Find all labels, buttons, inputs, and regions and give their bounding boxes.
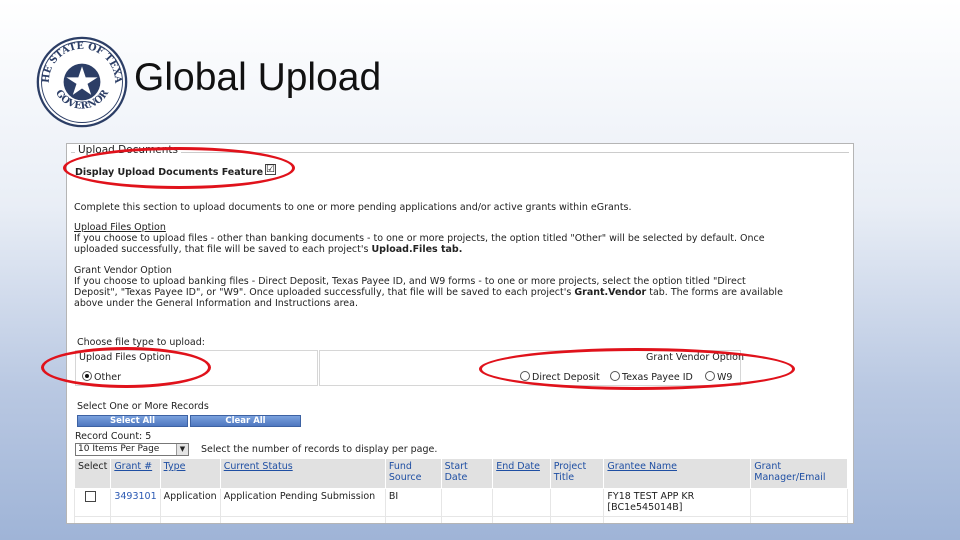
col-grantee-name[interactable]: Grantee Name xyxy=(603,458,752,489)
col-project-title[interactable]: Project Title xyxy=(549,458,605,489)
other-radio-option[interactable]: Other xyxy=(82,371,121,383)
file-type-label: Choose file type to upload: xyxy=(77,337,205,348)
upload-files-text-2: uploaded successfully, that file will be… xyxy=(74,244,463,255)
display-feature-label: Display Upload Documents Feature xyxy=(75,167,264,178)
row-fund-source: BI xyxy=(384,488,442,517)
grant-vendor-text-3: above under the General Information and … xyxy=(74,298,358,309)
w9-option[interactable]: W9 xyxy=(705,371,732,383)
upload-files-option-panel: Upload Files Option Other xyxy=(75,350,318,386)
row-end-date xyxy=(492,488,551,517)
table-row: 3493101 Application Application Pending … xyxy=(73,488,848,517)
col-type[interactable]: Type xyxy=(159,458,221,489)
upload-documents-legend: Upload Documents xyxy=(75,144,181,156)
row-grant-manager xyxy=(750,488,848,517)
row-type: Application xyxy=(159,488,221,517)
clear-all-button[interactable]: Clear All xyxy=(190,415,301,427)
per-page-hint: Select the number of records to display … xyxy=(201,444,438,455)
col-grant-manager[interactable]: Grant Manager/Email xyxy=(750,458,848,489)
grant-vendor-text-2: Deposit", "Texas Payee ID", or "W9". Onc… xyxy=(74,287,783,298)
col-grant-number[interactable]: Grant # xyxy=(110,458,161,489)
chevron-down-icon: ▼ xyxy=(176,444,188,455)
select-records-label: Select One or More Records xyxy=(77,401,209,412)
w9-label: W9 xyxy=(717,372,733,383)
texas-payee-id-radio[interactable] xyxy=(610,371,620,381)
grant-vendor-option-panel: Grant Vendor Option Direct Deposit Texas… xyxy=(319,350,744,386)
col-end-date[interactable]: End Date xyxy=(492,458,551,489)
col-start-date[interactable]: Start Date xyxy=(440,458,494,489)
grant-vendor-heading: Grant Vendor Option xyxy=(74,265,172,276)
table-header-row: Select Grant # Type Current Status Fund … xyxy=(73,458,848,489)
w9-radio[interactable] xyxy=(705,371,715,381)
intro-text: Complete this section to upload document… xyxy=(74,202,632,213)
upload-files-text-1: If you choose to upload files - other th… xyxy=(74,233,765,244)
col-current-status[interactable]: Current Status xyxy=(219,458,386,489)
fieldset-border xyxy=(71,152,849,153)
direct-deposit-radio[interactable] xyxy=(520,371,530,381)
row-status: Application Pending Submission xyxy=(219,488,386,517)
upload-documents-screenshot: Upload Documents Display Upload Document… xyxy=(66,143,854,524)
other-radio[interactable] xyxy=(82,371,92,381)
items-per-page-value: 10 Items Per Page xyxy=(78,444,160,454)
items-per-page-select[interactable]: 10 Items Per Page ▼ xyxy=(75,443,189,456)
row-project-title xyxy=(549,488,605,517)
row-grantee-name: FY18 TEST APP KR [BC1e545014B] xyxy=(603,488,752,517)
texas-governor-seal-logo: THE STATE OF TEXAS GOVERNOR xyxy=(36,36,128,128)
select-all-button[interactable]: Select All xyxy=(77,415,188,427)
slide-title: Global Upload xyxy=(134,56,382,99)
display-feature-checkbox[interactable]: ☑ xyxy=(265,164,276,175)
texas-payee-id-option[interactable]: Texas Payee ID xyxy=(610,371,693,383)
texas-payee-id-label: Texas Payee ID xyxy=(622,372,693,383)
direct-deposit-label: Direct Deposit xyxy=(532,372,600,383)
records-table: Select Grant # Type Current Status Fund … xyxy=(73,458,848,523)
upload-files-heading: Upload Files Option xyxy=(74,222,166,233)
table-row xyxy=(73,516,848,523)
grant-vendor-option-label: Grant Vendor Option xyxy=(646,352,744,363)
row-start-date xyxy=(440,488,494,517)
upload-files-info: Upload Files Option If you choose to upl… xyxy=(74,222,835,255)
row-grant-number[interactable]: 3493101 xyxy=(110,488,161,517)
record-count: Record Count: 5 xyxy=(75,431,152,442)
row-select-cell xyxy=(73,488,112,517)
row-select-checkbox[interactable] xyxy=(85,491,96,502)
upload-files-option-label: Upload Files Option xyxy=(79,352,171,363)
grant-vendor-info: Grant Vendor Option If you choose to upl… xyxy=(74,265,835,309)
other-label: Other xyxy=(94,372,121,383)
col-fund-source[interactable]: Fund Source xyxy=(384,458,442,489)
grant-vendor-text-1: If you choose to upload banking files - … xyxy=(74,276,746,287)
col-select: Select xyxy=(73,458,112,489)
direct-deposit-option[interactable]: Direct Deposit xyxy=(520,371,600,383)
